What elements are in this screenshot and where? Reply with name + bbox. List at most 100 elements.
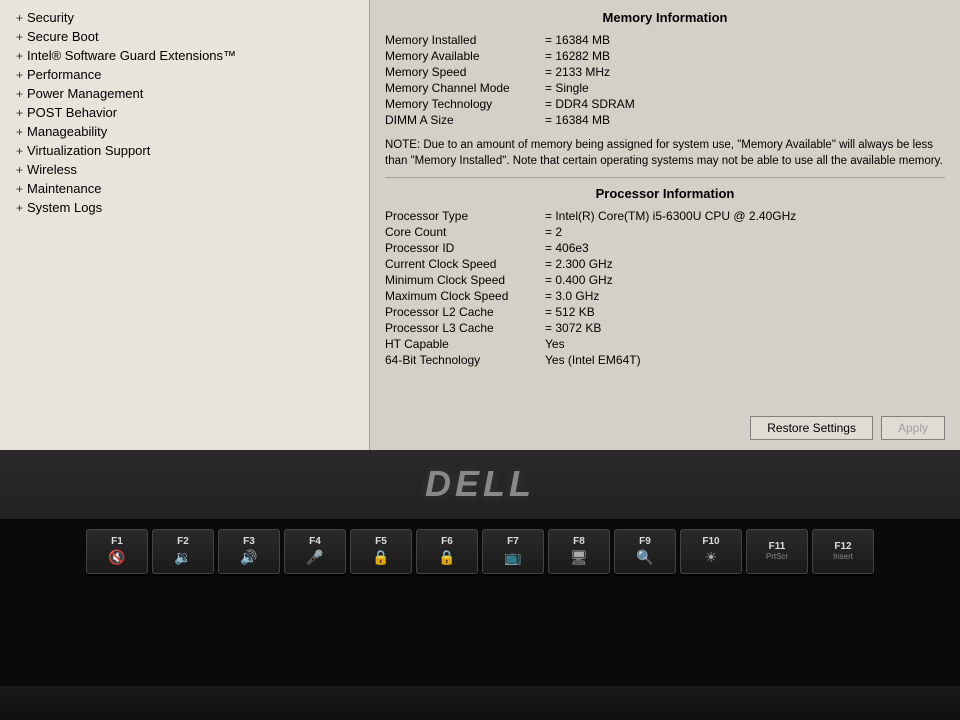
processor-field-value: = 3072 KB — [545, 321, 601, 335]
sidebar-item-intel-software-guard-extensions[interactable]: Intel® Software Guard Extensions™ — [0, 46, 369, 65]
sidebar-item-maintenance[interactable]: Maintenance — [0, 179, 369, 198]
key-f9[interactable]: F9 🔍 — [614, 529, 676, 574]
processor-field-label: 64-Bit Technology — [385, 353, 545, 367]
key-f3[interactable]: F3 🔊 — [218, 529, 280, 574]
bottom-bar: Restore Settings Apply — [750, 416, 945, 440]
memory-row: Memory Technology= DDR4 SDRAM — [385, 97, 945, 111]
key-f8[interactable]: F8 🖥 — [548, 529, 610, 574]
key-main-label: F7 — [507, 536, 519, 547]
bios-screen: SecuritySecure BootIntel® Software Guard… — [0, 0, 960, 450]
processor-table: Processor Type= Intel(R) Core(TM) i5-630… — [385, 209, 945, 367]
sidebar-item-system-logs[interactable]: System Logs — [0, 198, 369, 217]
memory-field-value: = 16384 MB — [545, 33, 610, 47]
processor-field-value: Yes — [545, 337, 565, 351]
key-f6[interactable]: F6 🔒 — [416, 529, 478, 574]
key-f5[interactable]: F5🔒 — [350, 529, 412, 574]
main-content: Memory Information Memory Installed= 163… — [370, 0, 960, 450]
key-icon-f9: 🔍 — [636, 549, 653, 566]
key-f7[interactable]: F7 📺 — [482, 529, 544, 574]
key-main-label: F1 — [111, 536, 123, 547]
processor-row: Minimum Clock Speed= 0.400 GHz — [385, 273, 945, 287]
processor-row: Processor L3 Cache= 3072 KB — [385, 321, 945, 335]
processor-row: Processor ID= 406e3 — [385, 241, 945, 255]
processor-field-value: = 2 — [545, 225, 562, 239]
sidebar-item-manageability[interactable]: Manageability — [0, 122, 369, 141]
processor-field-label: Current Clock Speed — [385, 257, 545, 271]
key-main-label: F6 — [441, 536, 453, 547]
key-f1[interactable]: F1 🔇 — [86, 529, 148, 574]
processor-field-label: Processor ID — [385, 241, 545, 255]
key-f2[interactable]: F2🔉 — [152, 529, 214, 574]
sidebar-item-security[interactable]: Security — [0, 8, 369, 27]
processor-field-value: = 406e3 — [545, 241, 589, 255]
memory-field-value: = DDR4 SDRAM — [545, 97, 635, 111]
memory-field-label: Memory Technology — [385, 97, 545, 111]
processor-row: Core Count= 2 — [385, 225, 945, 239]
memory-field-value: = 16282 MB — [545, 49, 610, 63]
key-sub-label: PrtScr — [766, 552, 788, 561]
apply-button[interactable]: Apply — [881, 416, 945, 440]
key-sub-label: Insert — [833, 552, 853, 561]
key-main-label: F8 — [573, 536, 585, 547]
key-main-label: F3 — [243, 536, 255, 547]
memory-section-title: Memory Information — [385, 10, 945, 25]
processor-field-label: Processor Type — [385, 209, 545, 223]
key-main-label: F10 — [702, 536, 719, 547]
processor-field-value: = 2.300 GHz — [545, 257, 613, 271]
key-icon-f3: 🔊 — [240, 549, 257, 566]
restore-settings-button[interactable]: Restore Settings — [750, 416, 873, 440]
processor-field-label: Processor L3 Cache — [385, 321, 545, 335]
key-f4[interactable]: F4🎤 — [284, 529, 346, 574]
processor-field-label: Minimum Clock Speed — [385, 273, 545, 287]
memory-field-label: Memory Speed — [385, 65, 545, 79]
processor-field-value: = 3.0 GHz — [545, 289, 599, 303]
processor-row: Current Clock Speed= 2.300 GHz — [385, 257, 945, 271]
memory-field-label: Memory Available — [385, 49, 545, 63]
memory-field-label: Memory Channel Mode — [385, 81, 545, 95]
processor-field-value: Yes (Intel EM64T) — [545, 353, 641, 367]
processor-field-value: = Intel(R) Core(TM) i5-6300U CPU @ 2.40G… — [545, 209, 796, 223]
processor-row: Maximum Clock Speed= 3.0 GHz — [385, 289, 945, 303]
memory-table: Memory Installed= 16384 MBMemory Availab… — [385, 33, 945, 127]
sidebar-item-secure-boot[interactable]: Secure Boot — [0, 27, 369, 46]
key-main-label: F11 — [769, 541, 786, 552]
memory-row: Memory Installed= 16384 MB — [385, 33, 945, 47]
key-f10[interactable]: F10☀ — [680, 529, 742, 574]
divider — [385, 177, 945, 178]
key-icon-f8: 🖥 — [570, 549, 588, 566]
memory-field-value: = Single — [545, 81, 589, 95]
processor-field-label: Maximum Clock Speed — [385, 289, 545, 303]
key-icon-f2: 🔉 — [174, 549, 191, 566]
key-f12[interactable]: F12Insert — [812, 529, 874, 574]
key-main-label: F5 — [375, 536, 387, 547]
dell-logo-area: DELL — [0, 450, 960, 519]
sidebar-item-wireless[interactable]: Wireless — [0, 160, 369, 179]
processor-row: 64-Bit TechnologyYes (Intel EM64T) — [385, 353, 945, 367]
function-key-row: F1🔇F2🔉F3🔊F4🎤F5🔒F6🔒F7📺F8🖥F9🔍F10☀F11PrtScr… — [20, 529, 940, 574]
processor-field-label: Core Count — [385, 225, 545, 239]
memory-row: Memory Available= 16282 MB — [385, 49, 945, 63]
processor-row: Processor Type= Intel(R) Core(TM) i5-630… — [385, 209, 945, 223]
laptop-body: DELL F1🔇F2🔉F3🔊F4🎤F5🔒F6🔒F7📺F8🖥F9🔍F10☀F11P… — [0, 450, 960, 720]
key-main-label: F12 — [834, 541, 851, 552]
key-main-label: F9 — [639, 536, 651, 547]
sidebar: SecuritySecure BootIntel® Software Guard… — [0, 0, 370, 450]
processor-field-label: HT Capable — [385, 337, 545, 351]
key-icon-f1: 🔇 — [108, 549, 125, 566]
memory-field-value: = 2133 MHz — [545, 65, 610, 79]
memory-row: Memory Speed= 2133 MHz — [385, 65, 945, 79]
sidebar-item-virtualization-support[interactable]: Virtualization Support — [0, 141, 369, 160]
key-main-label: F4 — [309, 536, 321, 547]
processor-field-value: = 512 KB — [545, 305, 595, 319]
processor-section-title: Processor Information — [385, 186, 945, 201]
key-icon-f7: 📺 — [504, 549, 521, 566]
sidebar-item-performance[interactable]: Performance — [0, 65, 369, 84]
key-icon-f6: 🔒 — [438, 549, 455, 566]
key-f11[interactable]: F11PrtScr — [746, 529, 808, 574]
sidebar-item-power-management[interactable]: Power Management — [0, 84, 369, 103]
wrist-rest — [0, 686, 960, 720]
keyboard-section: F1🔇F2🔉F3🔊F4🎤F5🔒F6🔒F7📺F8🖥F9🔍F10☀F11PrtScr… — [0, 519, 960, 686]
processor-row: HT CapableYes — [385, 337, 945, 351]
sidebar-item-post-behavior[interactable]: POST Behavior — [0, 103, 369, 122]
memory-field-label: Memory Installed — [385, 33, 545, 47]
